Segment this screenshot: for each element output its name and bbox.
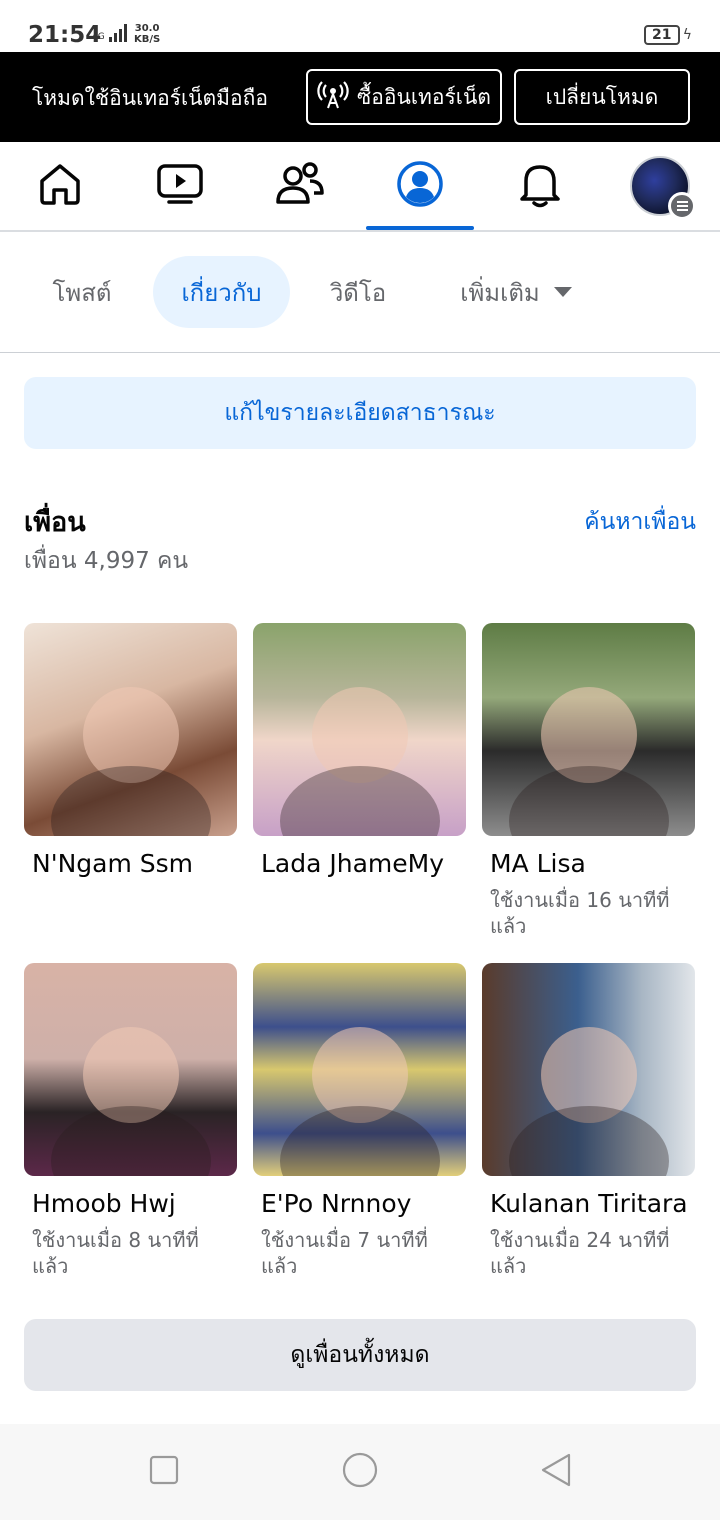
caret-down-icon [553,287,572,297]
back-button[interactable] [536,1452,576,1492]
notifications-icon [516,159,564,213]
nav-watch[interactable] [120,142,240,230]
buy-internet-button[interactable]: ซื้ออินเทอร์เน็ต [306,69,502,125]
charging-icon: ϟ [682,27,692,43]
tab-more[interactable]: เพิ่มเติม [436,256,596,328]
signal-icon: 4G [92,24,127,42]
nav-menu[interactable] [600,142,720,230]
menu-avatar [630,156,696,220]
data-mode-banner: โหมดใช้อินเทอร์เน็ตมือถือ ซื้ออินเทอร์เน… [0,52,720,142]
friends-count: เพื่อน 4,997 คน [24,548,189,574]
friend-photo[interactable] [253,623,466,836]
nav-profile[interactable] [360,142,480,230]
system-navigation-bar [0,1424,720,1520]
friend-card[interactable]: Kulanan Tiritara ใช้งานเมื่อ 24 นาทีที่แ… [482,963,695,1278]
buy-internet-label: ซื้ออินเทอร์เน็ต [357,84,491,109]
find-friends-link[interactable]: ค้นหาเพื่อน [584,504,696,540]
speed-unit: KB/S [134,34,161,45]
menu-icon [668,192,696,220]
tab-about[interactable]: เกี่ยวกับ [153,256,290,328]
friend-photo[interactable] [253,963,466,1176]
friend-active-status: ใช้งานเมื่อ 8 นาทีที่แล้ว [32,1228,199,1278]
watch-icon [155,160,205,212]
main-navbar [0,142,720,232]
home-circle-icon [341,1451,379,1493]
status-bar: 21:54 4G 30.0 KB/S 21 ϟ [0,0,720,52]
home-icon [36,160,84,212]
home-button[interactable] [340,1452,380,1492]
broadcast-icon [317,79,349,116]
friend-name[interactable]: N'Ngam Ssm [32,849,193,878]
friend-card[interactable]: E'Po Nrnnoy ใช้งานเมื่อ 7 นาทีที่แล้ว [253,963,466,1278]
friend-active-status: ใช้งานเมื่อ 16 นาทีที่แล้ว [490,888,670,938]
network-speed: 30.0 KB/S [134,23,160,45]
switch-mode-button[interactable]: เปลี่ยนโหมด [514,69,690,125]
friend-name[interactable]: Hmoob Hwj [32,1189,176,1218]
nav-friends[interactable] [240,142,360,230]
tab-videos[interactable]: วิดีโอ [310,256,406,328]
friend-card[interactable]: MA Lisa ใช้งานเมื่อ 16 นาทีที่แล้ว [482,623,695,938]
tab-more-label: เพิ่มเติม [460,278,540,307]
friend-photo[interactable] [482,963,695,1176]
friend-name[interactable]: Lada JhameMy [261,849,444,878]
friend-name[interactable]: E'Po Nrnnoy [261,1189,411,1218]
edit-public-details-button[interactable]: แก้ไขรายละเอียดสาธารณะ [24,377,696,449]
friend-photo[interactable] [24,963,237,1176]
speed-value: 30.0 [134,23,160,34]
friend-name[interactable]: Kulanan Tiritara [490,1189,688,1218]
friend-card[interactable]: N'Ngam Ssm [24,623,237,878]
profile-icon [395,159,445,213]
back-icon [539,1452,573,1492]
switch-mode-label: เปลี่ยนโหมด [545,84,659,109]
friend-active-status: ใช้งานเมื่อ 7 นาทีที่แล้ว [261,1228,428,1278]
active-tab-indicator [366,226,474,230]
tab-posts[interactable]: โพสต์ [28,256,136,328]
friend-card[interactable]: Lada JhameMy [253,623,466,878]
status-time: 21:54 [28,22,102,48]
nav-home[interactable] [0,142,120,230]
data-mode-text: โหมดใช้อินเทอร์เน็ตมือถือ [32,86,268,110]
friend-photo[interactable] [482,623,695,836]
nav-notifications[interactable] [480,142,600,230]
friend-photo[interactable] [24,623,237,836]
profile-tabs: โพสต์ เกี่ยวกับ วิดีโอ เพิ่มเติม [0,232,720,353]
recents-button[interactable] [144,1452,184,1492]
friend-active-status: ใช้งานเมื่อ 24 นาทีที่แล้ว [490,1228,670,1278]
friend-card[interactable]: Hmoob Hwj ใช้งานเมื่อ 8 นาทีที่แล้ว [24,963,237,1278]
network-type: 4G [92,32,105,42]
battery-level: 21 [643,25,680,45]
friends-title: เพื่อน [24,507,86,538]
recents-icon [148,1454,180,1490]
friend-name[interactable]: MA Lisa [490,849,586,878]
battery-icon: 21 ϟ [643,25,692,45]
see-all-friends-button[interactable]: ดูเพื่อนทั้งหมด [24,1319,696,1391]
friends-icon [274,160,326,212]
